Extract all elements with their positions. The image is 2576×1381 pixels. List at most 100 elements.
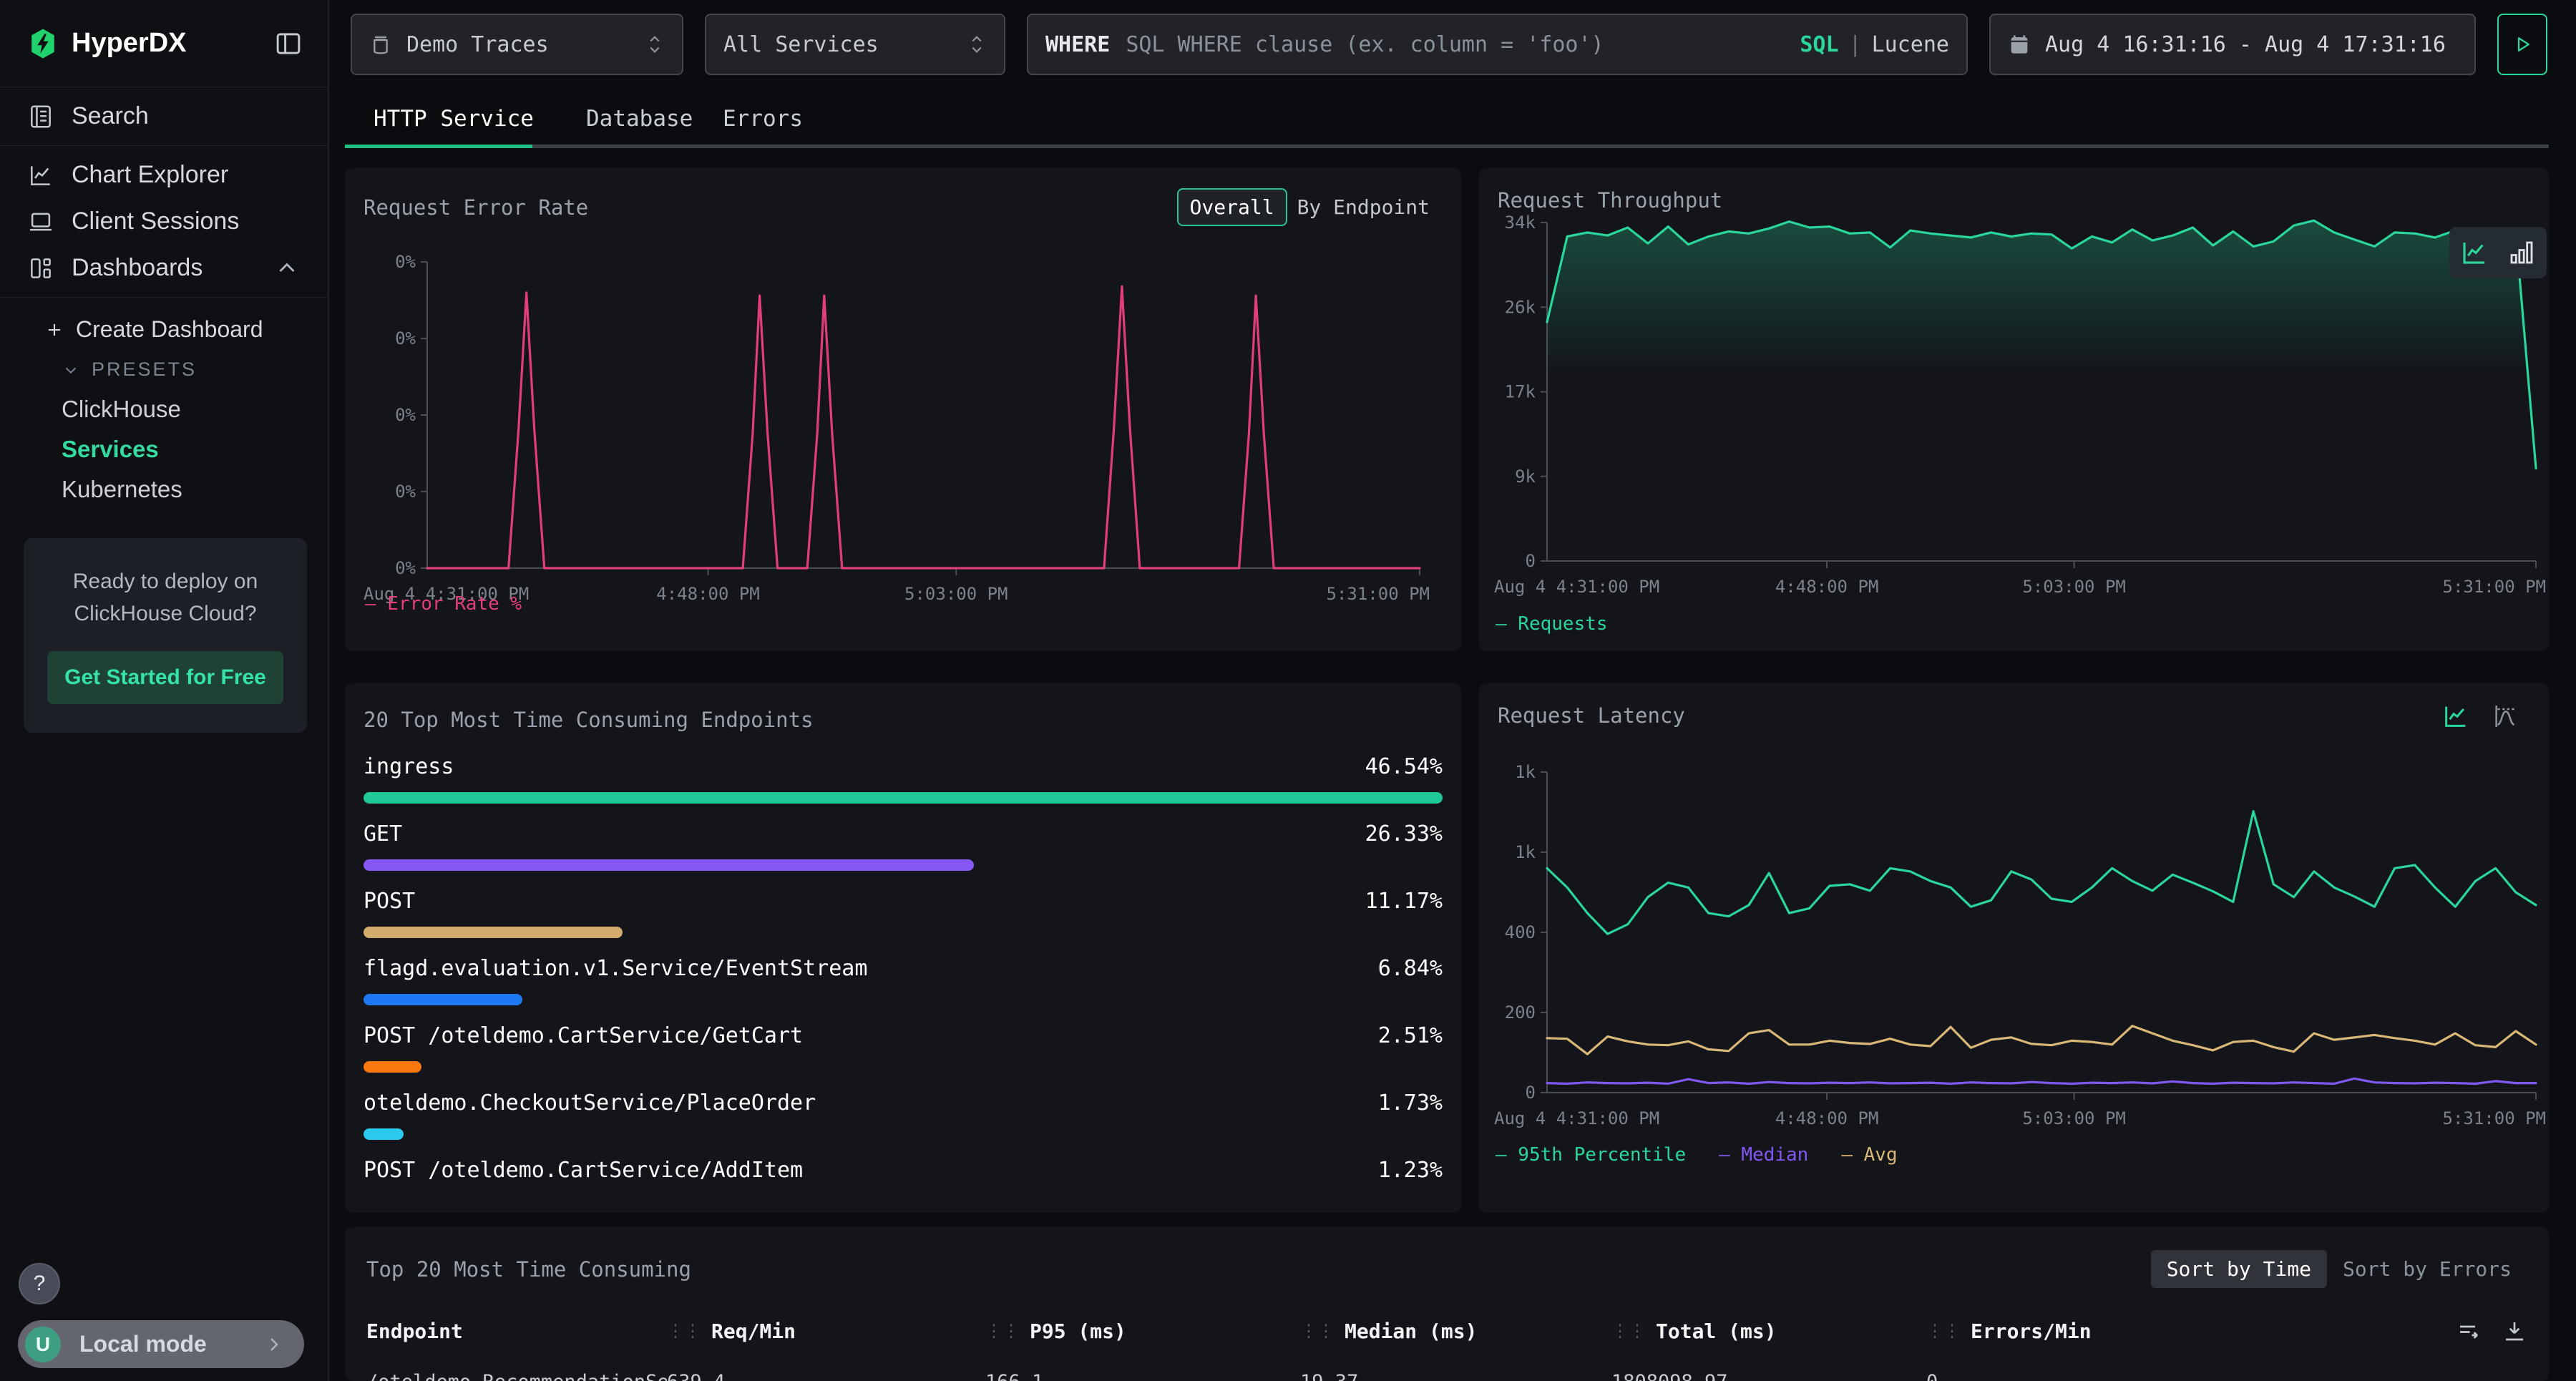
sidebar-item-client-sessions[interactable]: Client Sessions bbox=[0, 198, 328, 245]
table-cell: 0 bbox=[1926, 1371, 2527, 1381]
table-column-header[interactable]: Endpoint bbox=[366, 1319, 667, 1343]
svg-text:26k: 26k bbox=[1505, 297, 1536, 317]
sql-mode-button[interactable]: SQL bbox=[1800, 32, 1838, 57]
sidebar-item-search[interactable]: Search bbox=[0, 93, 328, 140]
svg-text:0: 0 bbox=[1526, 551, 1536, 571]
dashboards-icon bbox=[27, 255, 54, 282]
table-row[interactable]: /oteldemo.RecommendationServ639.4166.119… bbox=[366, 1371, 2527, 1381]
latency-chart[interactable]: 02004001k1kAug 4 4:31:00 PM4:48:00 PM5:0… bbox=[1490, 761, 2549, 1133]
source-select[interactable]: Demo Traces bbox=[351, 14, 683, 75]
chevron-down-icon bbox=[62, 361, 80, 379]
plus-icon bbox=[44, 320, 64, 340]
table-column-header[interactable]: ⋮⋮Req/Min bbox=[667, 1319, 985, 1343]
presets-group-toggle[interactable]: PRESETS bbox=[0, 350, 328, 389]
create-dashboard-button[interactable]: Create Dashboard bbox=[0, 309, 328, 350]
sidebar-item-dashboards[interactable]: Dashboards bbox=[0, 245, 328, 291]
table-column-header[interactable]: ⋮⋮Total (ms) bbox=[1611, 1319, 1926, 1343]
endpoint-label: oteldemo.CheckoutService/PlaceOrder bbox=[364, 1087, 816, 1120]
svg-text:0%: 0% bbox=[395, 328, 416, 348]
sidebar-item-chart-explorer[interactable]: Chart Explorer bbox=[0, 152, 328, 198]
select-chevrons-icon bbox=[645, 33, 665, 56]
rows-settings-icon[interactable] bbox=[2456, 1318, 2482, 1344]
main-content: HTTP Service Database Errors Request Err… bbox=[331, 89, 2576, 1381]
line-chart-icon[interactable] bbox=[2441, 702, 2470, 731]
service-select[interactable]: All Services bbox=[705, 14, 1005, 75]
collapse-sidebar-icon[interactable] bbox=[273, 29, 303, 59]
sidebar-item-services[interactable]: Services bbox=[0, 429, 328, 469]
line-chart-icon[interactable] bbox=[2459, 238, 2489, 268]
error-rate-view-toggle: Overall By Endpoint bbox=[1177, 188, 1440, 226]
overall-toggle-button[interactable]: Overall bbox=[1177, 188, 1287, 226]
endpoint-row[interactable]: flagd.evaluation.v1.Service/EventStream6… bbox=[364, 952, 1443, 1005]
legend-item: — Median bbox=[1719, 1144, 1808, 1166]
time-range-picker[interactable]: Aug 4 16:31:16 - Aug 4 17:31:16 bbox=[1989, 14, 2476, 75]
download-icon[interactable] bbox=[2502, 1318, 2527, 1344]
promo-line2: ClickHouse Cloud? bbox=[36, 597, 294, 630]
lucene-mode-button[interactable]: Lucene bbox=[1872, 32, 1949, 57]
endpoint-row[interactable]: POST /oteldemo.CartService/GetCart2.51% bbox=[364, 1020, 1443, 1073]
endpoint-row[interactable]: ingress46.54% bbox=[364, 751, 1443, 804]
query-language-toggle: SQL | Lucene bbox=[1800, 32, 1949, 57]
endpoint-bar bbox=[364, 1061, 1443, 1073]
by-endpoint-toggle-button[interactable]: By Endpoint bbox=[1287, 190, 1440, 225]
histogram-icon[interactable] bbox=[2492, 702, 2520, 731]
table-body: /oteldemo.RecommendationServ639.4166.119… bbox=[366, 1371, 2527, 1381]
brand: HyperDX bbox=[27, 28, 187, 59]
endpoint-percent: 1.23% bbox=[1378, 1154, 1443, 1187]
svg-text:5:31:00 PM: 5:31:00 PM bbox=[2443, 1108, 2547, 1128]
where-label: WHERE bbox=[1045, 32, 1110, 57]
hyperdx-logo-icon bbox=[27, 28, 59, 59]
svg-text:17k: 17k bbox=[1505, 382, 1536, 402]
endpoint-bar bbox=[364, 859, 1443, 871]
play-icon bbox=[2512, 34, 2533, 55]
table-column-header[interactable]: ⋮⋮P95 (ms) bbox=[985, 1319, 1300, 1343]
legend-item: — 95th Percentile bbox=[1496, 1144, 1686, 1166]
request-latency-panel: Request Latency 02004001k1kAug 4 4:31:00… bbox=[1479, 683, 2549, 1213]
endpoint-row[interactable]: GET26.33% bbox=[364, 818, 1443, 871]
table-column-header[interactable]: ⋮⋮Errors/Min bbox=[1926, 1319, 2456, 1343]
app-root: HyperDX Search Chart Explorer bbox=[0, 0, 2576, 1381]
where-input[interactable] bbox=[1124, 31, 1785, 58]
sort-by-errors-button[interactable]: Sort by Errors bbox=[2327, 1250, 2527, 1288]
local-mode-label: Local mode bbox=[79, 1331, 244, 1357]
drag-handle-icon[interactable]: ⋮⋮ bbox=[985, 1321, 1020, 1341]
panel-title: Request Error Rate bbox=[364, 195, 588, 220]
drag-handle-icon[interactable]: ⋮⋮ bbox=[667, 1321, 701, 1341]
tab-http-service[interactable]: HTTP Service bbox=[374, 106, 534, 132]
run-query-button[interactable] bbox=[2497, 14, 2547, 75]
bar-chart-icon[interactable] bbox=[2507, 238, 2537, 268]
endpoint-row[interactable]: oteldemo.CheckoutService/PlaceOrder1.73% bbox=[364, 1087, 1443, 1140]
svg-text:5:03:00 PM: 5:03:00 PM bbox=[2022, 1108, 2126, 1128]
sidebar-item-kubernetes[interactable]: Kubernetes bbox=[0, 469, 328, 509]
drag-handle-icon[interactable]: ⋮⋮ bbox=[1611, 1321, 1646, 1341]
endpoint-row[interactable]: POST /oteldemo.CartService/AddItem1.23% bbox=[364, 1154, 1443, 1187]
endpoint-percent: 46.54% bbox=[1365, 751, 1443, 784]
drag-handle-icon[interactable]: ⋮⋮ bbox=[1300, 1321, 1335, 1341]
user-menu[interactable]: U Local mode bbox=[18, 1320, 304, 1368]
active-tab-indicator bbox=[345, 145, 532, 148]
endpoint-label: POST /oteldemo.CartService/GetCart bbox=[364, 1020, 803, 1053]
endpoint-bar bbox=[364, 792, 1443, 804]
table-cell: 1808098.97 bbox=[1611, 1371, 1926, 1381]
sidebar-item-clickhouse[interactable]: ClickHouse bbox=[0, 389, 328, 429]
svg-text:4:48:00 PM: 4:48:00 PM bbox=[656, 584, 760, 604]
svg-text:4:48:00 PM: 4:48:00 PM bbox=[1775, 577, 1879, 597]
table-header-row: Endpoint⋮⋮Req/Min⋮⋮P95 (ms)⋮⋮Median (ms)… bbox=[366, 1318, 2527, 1344]
help-button[interactable]: ? bbox=[19, 1263, 60, 1304]
sort-by-time-button[interactable]: Sort by Time bbox=[2151, 1250, 2327, 1288]
svg-text:5:03:00 PM: 5:03:00 PM bbox=[2022, 577, 2126, 597]
get-started-button[interactable]: Get Started for Free bbox=[47, 651, 283, 704]
select-chevrons-icon bbox=[967, 33, 987, 56]
tab-errors[interactable]: Errors bbox=[723, 106, 803, 132]
drag-handle-icon[interactable]: ⋮⋮ bbox=[1926, 1321, 1961, 1341]
tab-database[interactable]: Database bbox=[586, 106, 693, 132]
svg-text:0%: 0% bbox=[395, 405, 416, 425]
chevron-up-icon[interactable] bbox=[273, 255, 301, 282]
svg-text:4:48:00 PM: 4:48:00 PM bbox=[1775, 1108, 1879, 1128]
throughput-legend: — Requests bbox=[1496, 613, 1608, 635]
throughput-chart[interactable]: 09k17k26k34kAug 4 4:31:00 PM4:48:00 PM5:… bbox=[1490, 211, 2549, 601]
table-column-header[interactable]: ⋮⋮Median (ms) bbox=[1300, 1319, 1611, 1343]
error-rate-chart[interactable]: 0%0%0%0%0%Aug 4 4:31:00 PM4:48:00 PM5:03… bbox=[359, 250, 1433, 608]
endpoint-row[interactable]: POST11.17% bbox=[364, 885, 1443, 938]
legend-item: — Requests bbox=[1496, 613, 1608, 635]
